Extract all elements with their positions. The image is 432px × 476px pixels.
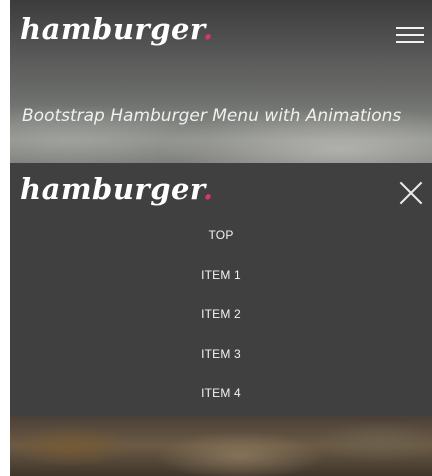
nav-link-top[interactable]: TOP [208, 223, 233, 248]
nav-item-3: ITEM 3 [10, 341, 432, 381]
nav-item-1: ITEM 1 [10, 262, 432, 302]
nav-link-item-3[interactable]: ITEM 3 [201, 342, 241, 367]
nav-menu: TOP ITEM 1 ITEM 2 ITEM 3 ITEM 4 [10, 222, 432, 420]
site-logo-dot: . [203, 12, 214, 46]
hamburger-menu-icon[interactable] [396, 25, 424, 45]
hamburger-bar [396, 27, 424, 29]
nav-link-item-2[interactable]: ITEM 2 [201, 302, 241, 327]
menu-logo-text: hamburger [20, 172, 204, 206]
close-icon[interactable] [399, 181, 423, 205]
hamburger-bar [396, 34, 424, 36]
nav-item-4: ITEM 4 [10, 380, 432, 420]
page-frame: hamburger. Bootstrap Hamburger Menu with… [10, 0, 432, 476]
nav-item-2: ITEM 2 [10, 301, 432, 341]
hero-tagline: Bootstrap Hamburger Menu with Animations [22, 106, 402, 126]
nav-link-item-1[interactable]: ITEM 1 [201, 263, 241, 288]
hero-background-bottom [10, 416, 432, 476]
menu-logo[interactable]: hamburger. [20, 172, 214, 206]
site-logo[interactable]: hamburger. [20, 12, 214, 46]
site-logo-text: hamburger [20, 12, 204, 46]
menu-logo-dot: . [203, 172, 214, 206]
hamburger-bar [396, 41, 424, 43]
nav-link-item-4[interactable]: ITEM 4 [201, 381, 241, 406]
nav-item-top: TOP [10, 222, 432, 262]
